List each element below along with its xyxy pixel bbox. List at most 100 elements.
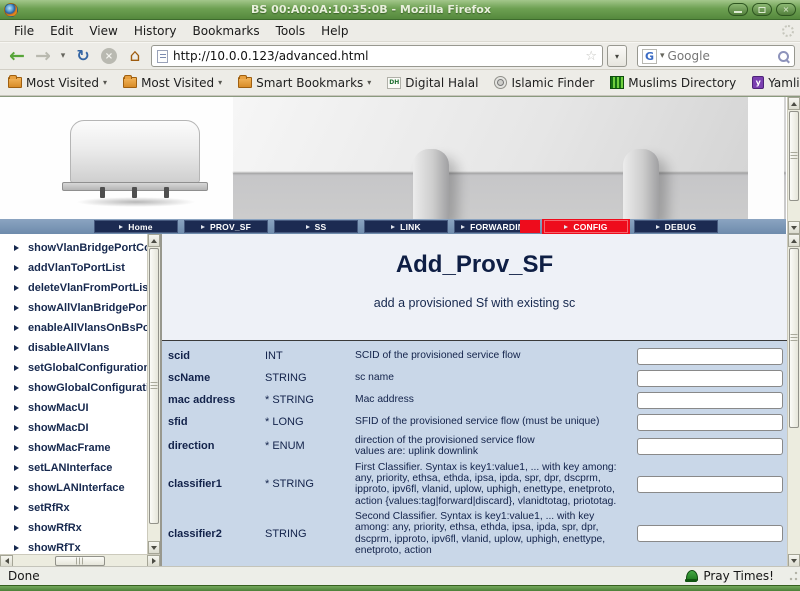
history-dropdown-button[interactable]: ▾ [57,44,69,68]
sidebar-item[interactable]: showMacDI [14,418,147,438]
sidebar-vertical-scrollbar[interactable] [147,234,160,554]
field-input[interactable] [637,370,783,387]
bookmark-item[interactable]: DH Digital Halal ▾ [387,76,478,90]
sidebar-item[interactable]: showVlanBridgePortConf [14,238,147,258]
sidebar-item[interactable]: setRfRx [14,498,147,518]
url-dropdown-button[interactable]: ▾ [607,45,627,67]
close-button[interactable]: × [776,3,796,16]
sidebar-item[interactable]: addVlanToPortList [14,258,147,278]
scrollbar-thumb[interactable] [789,111,799,201]
sidebar-item[interactable]: showLANInterface [14,478,147,498]
pray-times-widget[interactable]: Pray Times! [685,569,774,583]
bookmark-icon [123,77,137,88]
arrow-right-icon [14,545,19,551]
form-row: classifier1 * STRING First Classifier. S… [162,460,787,509]
main-frame-scrollbar[interactable] [787,234,800,567]
field-input[interactable] [637,348,783,365]
sidebar-item-label: disableAllVlans [28,342,109,354]
search-input[interactable] [668,49,774,63]
bookmark-item[interactable]: Muslims Directory ▾ [610,76,736,90]
sidebar-item-label: addVlanToPortList [28,262,125,274]
form-row: mac address * STRING Mac address [162,389,787,411]
menu-item[interactable]: Tools [268,21,314,41]
scroll-up-button[interactable] [148,234,160,247]
scroll-up-button[interactable] [788,97,800,110]
scrollbar-thumb[interactable] [789,248,799,428]
scroll-down-button[interactable] [148,541,160,554]
sidebar-item[interactable]: enableAllVlansOnBsPort [14,318,147,338]
sidebar-item[interactable]: disableAllVlans [14,338,147,358]
bookmark-item[interactable]: Most Visited ▾ [8,76,107,90]
sidebar-item[interactable]: showMacUI [14,398,147,418]
field-input[interactable] [637,414,783,431]
base-station-closeup-image [233,97,786,219]
reload-button[interactable]: ↻ [71,44,95,68]
nav-tab[interactable]: DEBUG [632,219,720,234]
nav-tab[interactable]: SS [272,219,360,234]
sidebar-item[interactable]: showMacFrame [14,438,147,458]
sidebar-item[interactable]: showRfTx [14,538,147,554]
mosque-icon [685,570,697,582]
back-button[interactable]: ← [5,44,29,68]
tab-arrow-icon [119,225,123,229]
magnifier-icon[interactable] [777,50,790,63]
scrollbar-thumb[interactable] [149,248,159,524]
scroll-up-button[interactable] [788,234,800,247]
field-name: mac address [168,394,265,406]
form-row: scName STRING sc name [162,367,787,389]
field-type: INT [265,350,355,362]
bookmark-item[interactable]: Islamic Finder ▾ [494,76,594,90]
bookmark-item[interactable]: Smart Bookmarks ▾ [238,76,371,90]
minimize-button[interactable] [728,3,748,16]
resize-grip[interactable] [787,571,798,582]
sidebar-item[interactable]: showAllVlanBridgePorts [14,298,147,318]
bookmark-item[interactable]: y Yamli ▾ [752,76,799,90]
home-button[interactable]: ⌂ [123,44,147,68]
bookmark-icon: DH [387,77,401,89]
form-row: classifier2 STRING Second Classifier. Sy… [162,509,787,558]
menu-item[interactable]: View [81,21,125,41]
scroll-down-button[interactable] [788,221,800,234]
sidebar-item-label: showAllVlanBridgePorts [28,302,147,314]
navigation-toolbar: ← → ▾ ↻ × ⌂ ☆ ▾ G ▾ [0,42,800,70]
sidebar-item[interactable]: setGlobalConfiguration [14,358,147,378]
url-input[interactable] [173,49,580,63]
nav-tab[interactable]: CONFIG [542,219,630,234]
arrow-right-icon [14,445,19,451]
nav-tab[interactable]: PROV_SF [182,219,270,234]
maximize-button[interactable] [752,3,772,16]
menu-item[interactable]: Bookmarks [185,21,268,41]
field-type: * LONG [265,416,355,428]
sidebar-item-label: showRfRx [28,522,82,534]
field-input[interactable] [637,525,783,542]
menu-item[interactable]: History [126,21,185,41]
field-input[interactable] [637,476,783,493]
sidebar-item[interactable]: setLANInterface [14,458,147,478]
forward-button[interactable]: → [31,44,55,68]
bookmark-label: Digital Halal [405,76,478,90]
bookmark-label: Most Visited [26,76,99,90]
arrow-right-icon [14,265,19,271]
nav-tab[interactable]: Home [92,219,180,234]
status-bar: Done Pray Times! [0,566,800,585]
chevron-down-icon: ▾ [367,78,371,87]
menu-item[interactable]: Help [313,21,356,41]
bookmark-star-icon[interactable]: ☆ [585,50,597,63]
search-engine-dropdown-icon[interactable]: ▾ [660,51,665,61]
field-input[interactable] [637,438,783,455]
banner-frame-scrollbar[interactable] [787,97,800,234]
tab-label: SS [315,222,327,232]
sidebar-item-label: showRfTx [28,542,81,554]
sidebar-item[interactable]: deleteVlanFromPortList [14,278,147,298]
sidebar-item[interactable]: showGlobalConfiguration [14,378,147,398]
stop-button[interactable]: × [97,44,121,68]
menu-item[interactable]: Edit [42,21,81,41]
scrollbar-thumb[interactable] [55,556,105,566]
status-text: Done [8,569,40,583]
nav-tab[interactable]: LINK [362,219,450,234]
field-input[interactable] [637,392,783,409]
sidebar-item[interactable]: showRfRx [14,518,147,538]
menu-item[interactable]: File [6,21,42,41]
arrow-right-icon [14,365,19,371]
bookmark-item[interactable]: Most Visited ▾ [123,76,222,90]
